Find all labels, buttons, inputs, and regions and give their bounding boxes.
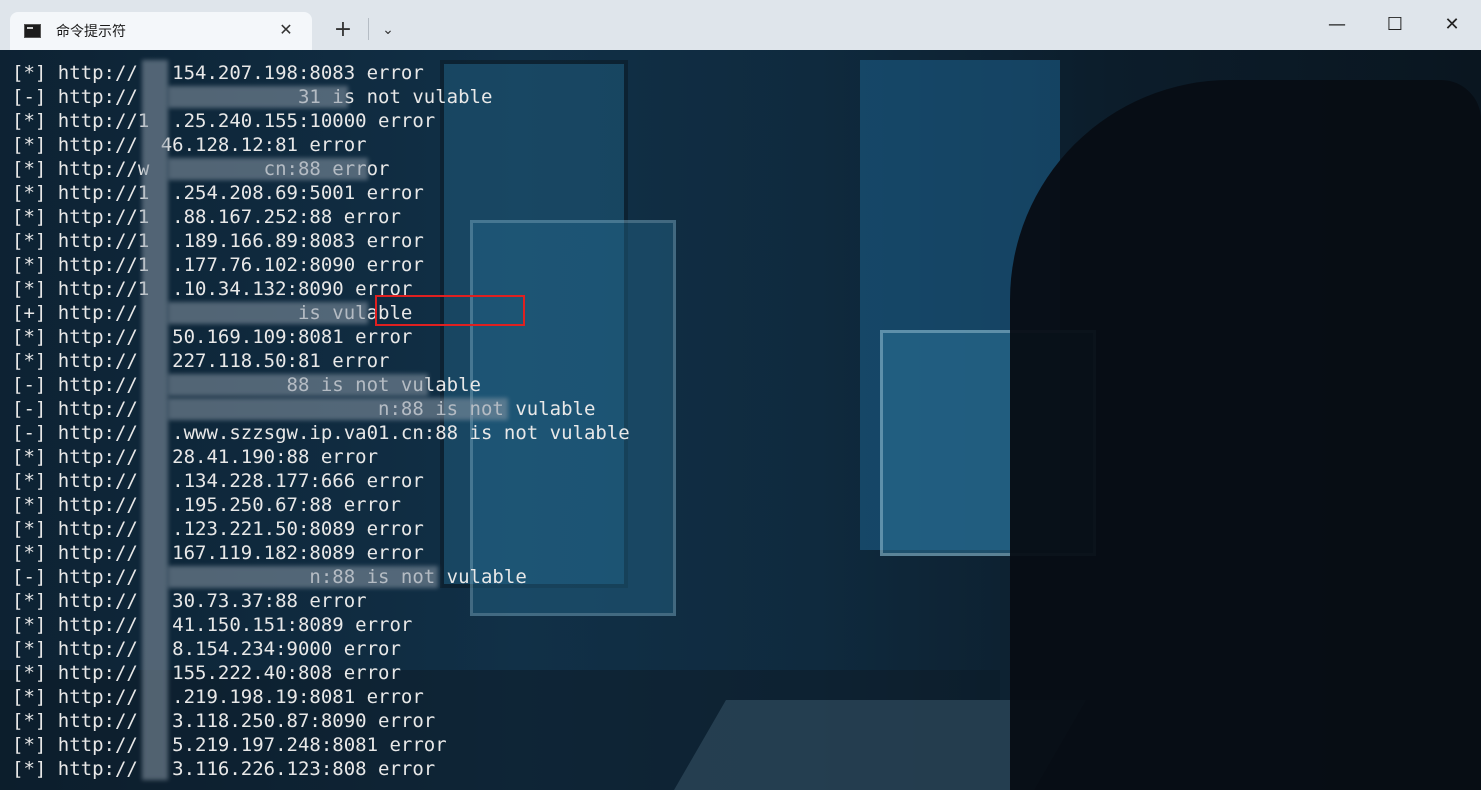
terminal-line: [*] http:// 8.154.234:9000 error xyxy=(12,638,401,660)
terminal-line: [*] http://1 .10.34.132:8090 error xyxy=(12,278,413,300)
redaction-blur xyxy=(168,302,368,324)
terminal-line: [*] http:// 227.118.50:81 error xyxy=(12,350,390,372)
redaction-blur xyxy=(168,86,348,108)
terminal-line: [*] http:// 155.222.40:808 error xyxy=(12,662,401,684)
new-tab-button[interactable]: + xyxy=(326,14,360,46)
terminal-line: [*] http:// 50.169.109:8081 error xyxy=(12,326,413,348)
title-bar: 命令提示符 ✕ + ⌄ — ☐ ✕ xyxy=(0,0,1481,50)
tab-close-button[interactable]: ✕ xyxy=(274,18,298,42)
terminal-line: [*] http://1 .189.166.89:8083 error xyxy=(12,230,424,252)
chevron-down-icon[interactable]: ⌄ xyxy=(374,14,402,46)
terminal-line: [*] http:// 5.219.197.248:8081 error xyxy=(12,734,447,756)
terminal-line: [*] http://1 .254.208.69:5001 error xyxy=(12,182,424,204)
tab-command-prompt[interactable]: 命令提示符 ✕ xyxy=(10,12,312,50)
terminal-line: [*] http:// .195.250.67:88 error xyxy=(12,494,401,516)
terminal-line: [*] http:// 30.73.37:88 error xyxy=(12,590,367,612)
terminal-line: [*] http:// 46.128.12:81 error xyxy=(12,134,367,156)
tab-title: 命令提示符 xyxy=(56,24,126,40)
terminal-line: [*] http:// 41.150.151:8089 error xyxy=(12,614,413,636)
redaction-blur xyxy=(142,60,168,780)
terminal-line: [*] http:// .134.228.177:666 error xyxy=(12,470,424,492)
minimize-button[interactable]: — xyxy=(1308,0,1366,50)
divider xyxy=(368,18,369,40)
redaction-blur xyxy=(168,398,508,420)
terminal-line: [*] http://1 .177.76.102:8090 error xyxy=(12,254,424,276)
redaction-blur xyxy=(168,566,438,588)
terminal-line: [*] http:// 3.118.250.87:8090 error xyxy=(12,710,436,732)
terminal-icon xyxy=(24,24,41,38)
terminal-line: [-] http:// .www.szzsgw.ip.va01.cn:88 is… xyxy=(12,422,630,444)
redaction-blur xyxy=(168,374,428,396)
terminal-line: [*] http:// 3.116.226.123:808 error xyxy=(12,758,436,780)
terminal-line: [*] http://1 .25.240.155:10000 error xyxy=(12,110,436,132)
redaction-blur xyxy=(168,158,368,180)
terminal-line: [*] http://1 .88.167.252:88 error xyxy=(12,206,401,228)
terminal-line: [*] http:// 154.207.198:8083 error xyxy=(12,62,424,84)
highlight-box xyxy=(375,295,525,326)
terminal-line: [*] http:// 28.41.190:88 error xyxy=(12,446,379,468)
close-button[interactable]: ✕ xyxy=(1423,0,1481,50)
terminal-line: [*] http:// .123.221.50:8089 error xyxy=(12,518,424,540)
terminal-output[interactable]: [*] http:// 154.207.198:8083 error [-] ht… xyxy=(0,50,1481,790)
background-person xyxy=(1010,80,1481,790)
maximize-button[interactable]: ☐ xyxy=(1366,0,1424,50)
terminal-line: [*] http:// .219.198.19:8081 error xyxy=(12,686,424,708)
terminal-line: [*] http:// 167.119.182:8089 error xyxy=(12,542,424,564)
